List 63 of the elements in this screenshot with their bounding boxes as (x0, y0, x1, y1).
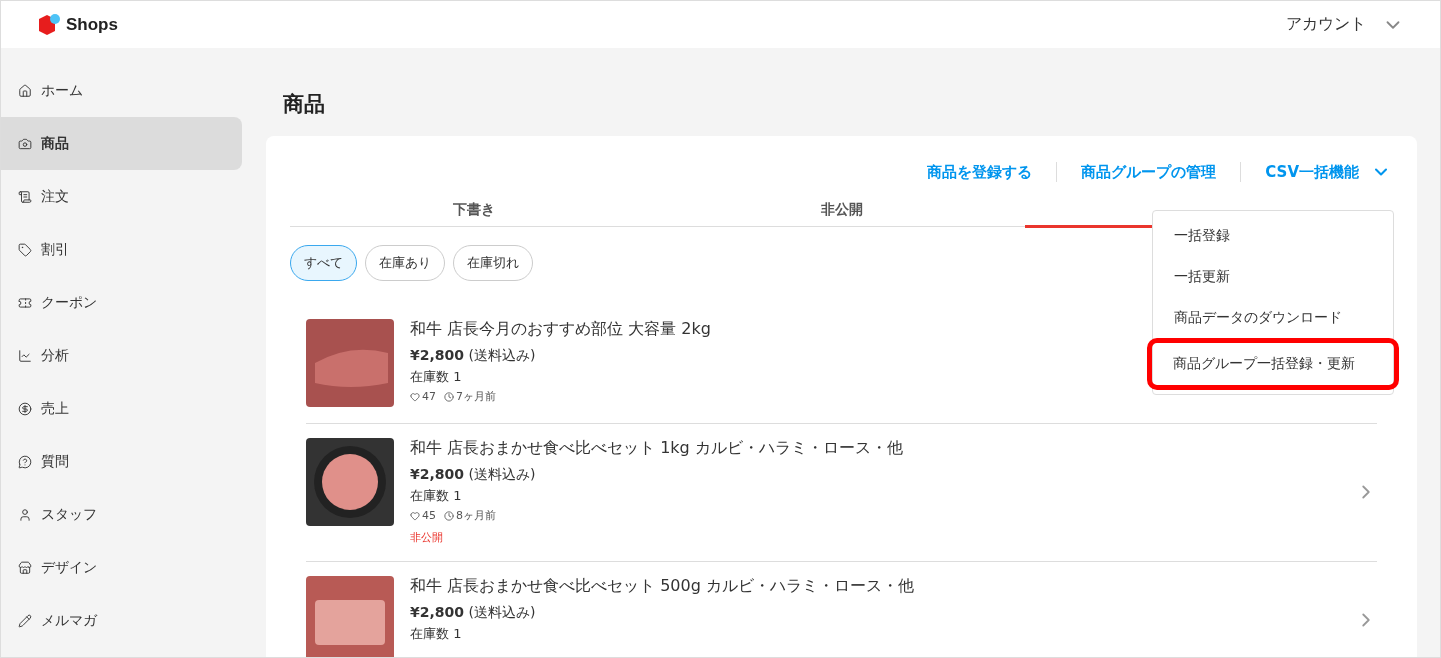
pencil-icon (18, 613, 32, 628)
product-price: ¥2,800 (送料込み) (410, 466, 536, 484)
sidebar-label: 質問 (41, 452, 69, 471)
coin-icon (18, 401, 32, 416)
tab[interactable]: 下書き (290, 194, 658, 228)
question-bubble-icon (18, 454, 32, 469)
sidebar-label: ホーム (41, 81, 83, 100)
sidebar-item[interactable]: スタッフ (1, 488, 242, 541)
menu-item[interactable]: 商品データのダウンロード (1147, 297, 1399, 338)
clock-icon (444, 391, 454, 402)
sidebar-item[interactable]: 注文 (1, 170, 242, 223)
home-icon (18, 83, 32, 98)
sidebar-label: メルマガ (41, 611, 97, 630)
ticket-icon (18, 295, 32, 310)
menu-item[interactable]: 商品グループ一括登録・更新 (1147, 338, 1399, 390)
stock-count: 在庫数 1 (410, 487, 463, 505)
logo-text: Shops (66, 14, 118, 35)
sidebar-label: 売上 (41, 399, 69, 418)
sidebar-label: 割引 (41, 240, 69, 259)
filter-chip[interactable]: 在庫あり (365, 245, 445, 281)
heart-icon (410, 510, 420, 521)
sidebar-item[interactable]: 商品 (1, 117, 242, 170)
filter-chip[interactable]: 在庫切れ (453, 245, 533, 281)
store-icon (18, 560, 32, 575)
menu-item[interactable]: 一括登録 (1147, 215, 1399, 256)
sidebar-label: クーポン (41, 293, 97, 312)
logo-icon (37, 12, 61, 37)
menu-item[interactable]: 一括更新 (1147, 256, 1399, 297)
sidebar-item[interactable]: デザイン (1, 541, 242, 594)
stock-count: 在庫数 1 (410, 625, 463, 643)
sidebar-item[interactable]: 売上 (1, 382, 242, 435)
sidebar-label: スタッフ (41, 505, 97, 524)
sidebar-item[interactable]: ホーム (1, 64, 242, 117)
sidebar-label: デザイン (41, 558, 97, 577)
tab[interactable]: 非公開 (657, 194, 1026, 228)
line-chart-icon (18, 348, 32, 363)
account-menu[interactable]: アカウント (1286, 13, 1404, 36)
sidebar-item[interactable]: メルマガ (1, 594, 242, 647)
sidebar-label: 注文 (41, 187, 69, 206)
tag-icon (18, 242, 32, 257)
sidebar-label: 分析 (41, 346, 69, 365)
page-title: 商品 (283, 91, 326, 118)
clock-icon (444, 510, 454, 521)
sidebar-item[interactable]: 分析 (1, 329, 242, 382)
filter-chip[interactable]: すべて (290, 245, 357, 281)
stock-count: 在庫数 1 (410, 368, 463, 386)
status-label: 非公開 (410, 530, 444, 545)
user-icon (18, 507, 32, 522)
sidebar-label: 商品 (41, 134, 69, 153)
like-count: 45 (422, 509, 436, 522)
camera-icon (18, 136, 32, 151)
listing-age: 7ヶ月前 (456, 389, 496, 404)
sidebar-item[interactable]: クーポン (1, 276, 242, 329)
product-price: ¥2,800 (送料込み) (410, 604, 536, 622)
like-count: 47 (422, 390, 436, 403)
product-title[interactable]: 和牛 店長おまかせ食べ比べセット 1kg カルビ・ハラミ・ロース・他 (410, 438, 1339, 459)
document-icon (18, 189, 32, 204)
sidebar-item[interactable]: 質問 (1, 435, 242, 488)
heart-icon (410, 391, 420, 402)
listing-age: 8ヶ月前 (456, 508, 496, 523)
product-price: ¥2,800 (送料込み) (410, 347, 536, 365)
product-title[interactable]: 和牛 店長おまかせ食べ比べセット 500g カルビ・ハラミ・ロース・他 (410, 576, 1339, 597)
sidebar-item[interactable]: 割引 (1, 223, 242, 276)
